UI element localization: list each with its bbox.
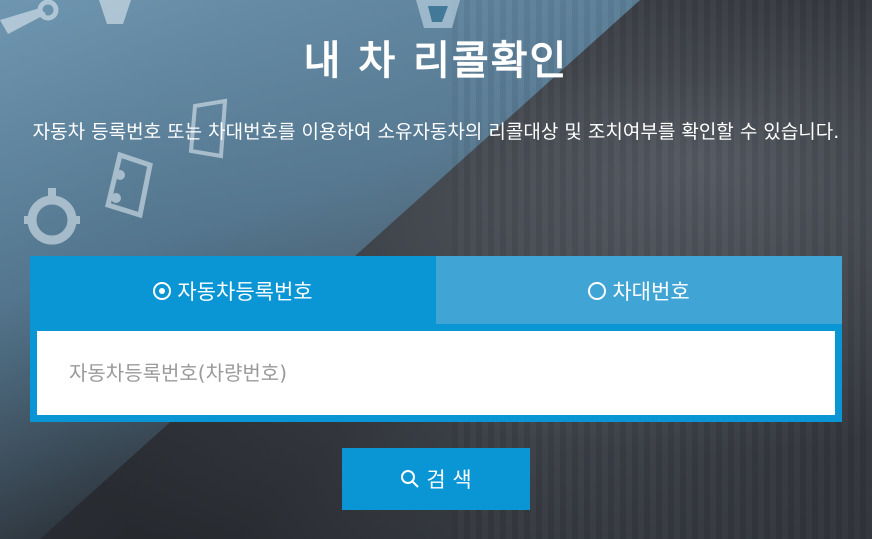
search-button-label: 검 색 — [426, 468, 472, 492]
tab-label: 자동차등록번호 — [177, 280, 313, 304]
search-input[interactable] — [37, 331, 835, 415]
radio-unselected-icon — [588, 282, 607, 300]
car-icon — [105, 151, 153, 219]
search-icon — [401, 470, 420, 488]
tool-icon — [99, 0, 131, 24]
page-title: 내 차 리콜확인 — [303, 38, 569, 84]
search-type-tabs: 자동차등록번호 차대번호 — [30, 256, 842, 326]
tab-vin[interactable]: 차대번호 — [436, 256, 842, 326]
search-input-frame — [30, 324, 842, 422]
page-description: 자동차 등록번호 또는 차대번호를 이용하여 소유자동차의 리콜대상 및 조치여… — [32, 121, 840, 143]
tab-registration-number[interactable]: 자동차등록번호 — [30, 256, 436, 326]
tab-label: 차대번호 — [612, 280, 690, 304]
gear-icon — [24, 188, 80, 245]
search-button[interactable]: 검 색 — [342, 448, 530, 510]
radio-selected-icon — [153, 282, 172, 300]
